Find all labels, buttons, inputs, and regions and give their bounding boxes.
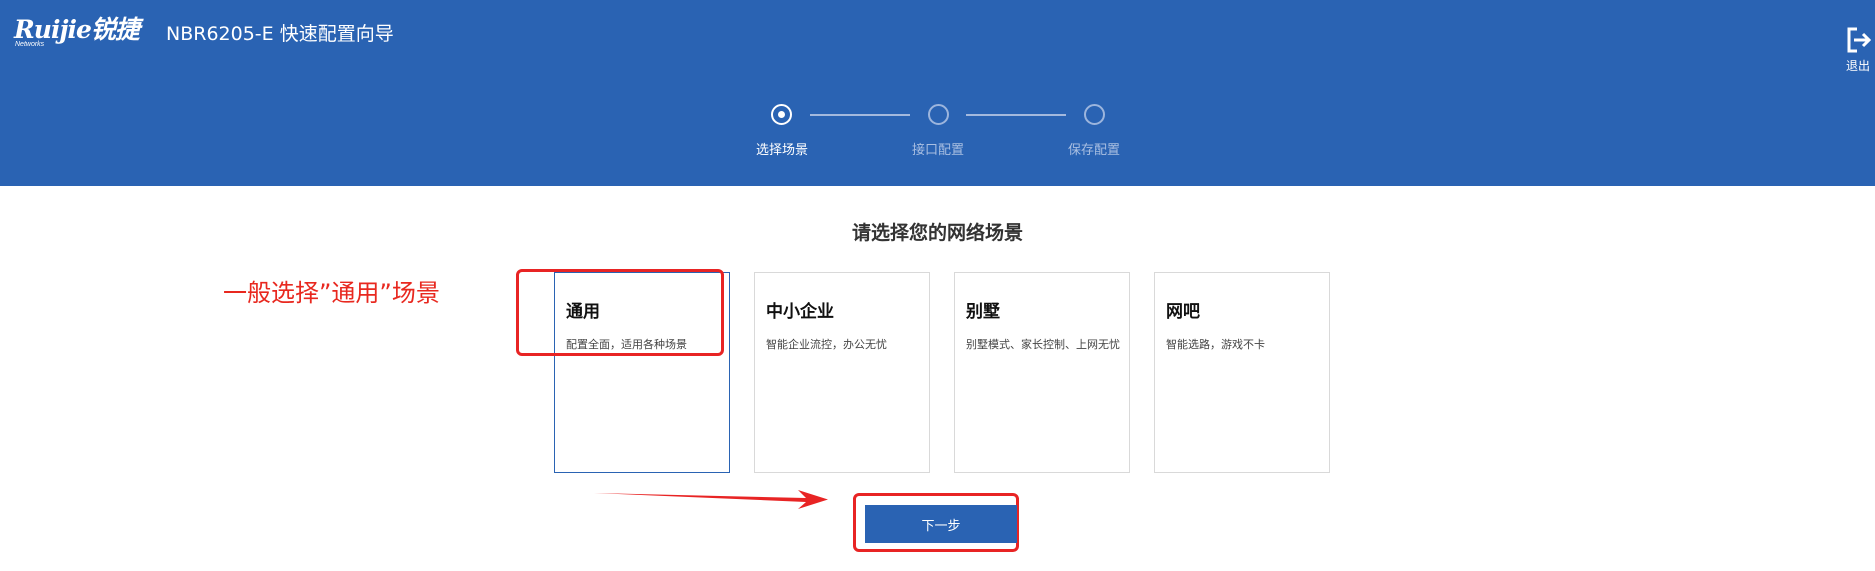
step-1-dot	[778, 111, 785, 118]
step-1-indicator	[771, 104, 792, 125]
step-2-label: 接口配置	[911, 143, 964, 158]
header-bar: Ruijie锐捷 Networks NBR6205-E 快速配置向导 退出 选择…	[0, 0, 1875, 186]
card-description: 别墅模式、家长控制、上网无忧	[966, 338, 1120, 351]
card-description: 智能企业流控，办公无忧	[766, 338, 887, 351]
step-connector-2	[966, 114, 1066, 116]
logout-label: 退出	[1845, 59, 1870, 73]
card-title: 别墅	[966, 302, 1000, 322]
annotation-text: 一般选择”通用”场景	[223, 279, 440, 307]
scenario-card-netcafe[interactable]: 网吧 智能选路，游戏不卡	[1154, 272, 1330, 473]
card-title: 网吧	[1166, 302, 1200, 322]
logo-text: Ruijie锐捷	[14, 15, 140, 44]
ruijie-logo: Ruijie锐捷 Networks	[14, 15, 140, 49]
step-3-indicator	[1084, 104, 1105, 125]
next-step-button[interactable]: 下一步	[865, 505, 1017, 543]
card-title: 中小企业	[766, 302, 834, 322]
scenario-card-sme[interactable]: 中小企业 智能企业流控，办公无忧	[754, 272, 930, 473]
highlight-box-general	[516, 269, 724, 356]
logout-icon	[1847, 27, 1871, 53]
step-2-indicator	[928, 104, 949, 125]
step-3-label: 保存配置	[1067, 143, 1120, 158]
app-title: NBR6205-E 快速配置向导	[166, 23, 394, 45]
step-1-label: 选择场景	[755, 143, 808, 158]
card-description: 智能选路，游戏不卡	[1166, 338, 1265, 351]
logout-button[interactable]: 退出	[1840, 26, 1875, 74]
page-title: 请选择您的网络场景	[851, 222, 1023, 244]
annotation-arrow	[594, 490, 828, 509]
scenario-card-villa[interactable]: 别墅 别墅模式、家长控制、上网无忧	[954, 272, 1130, 473]
step-connector-1	[810, 114, 910, 116]
